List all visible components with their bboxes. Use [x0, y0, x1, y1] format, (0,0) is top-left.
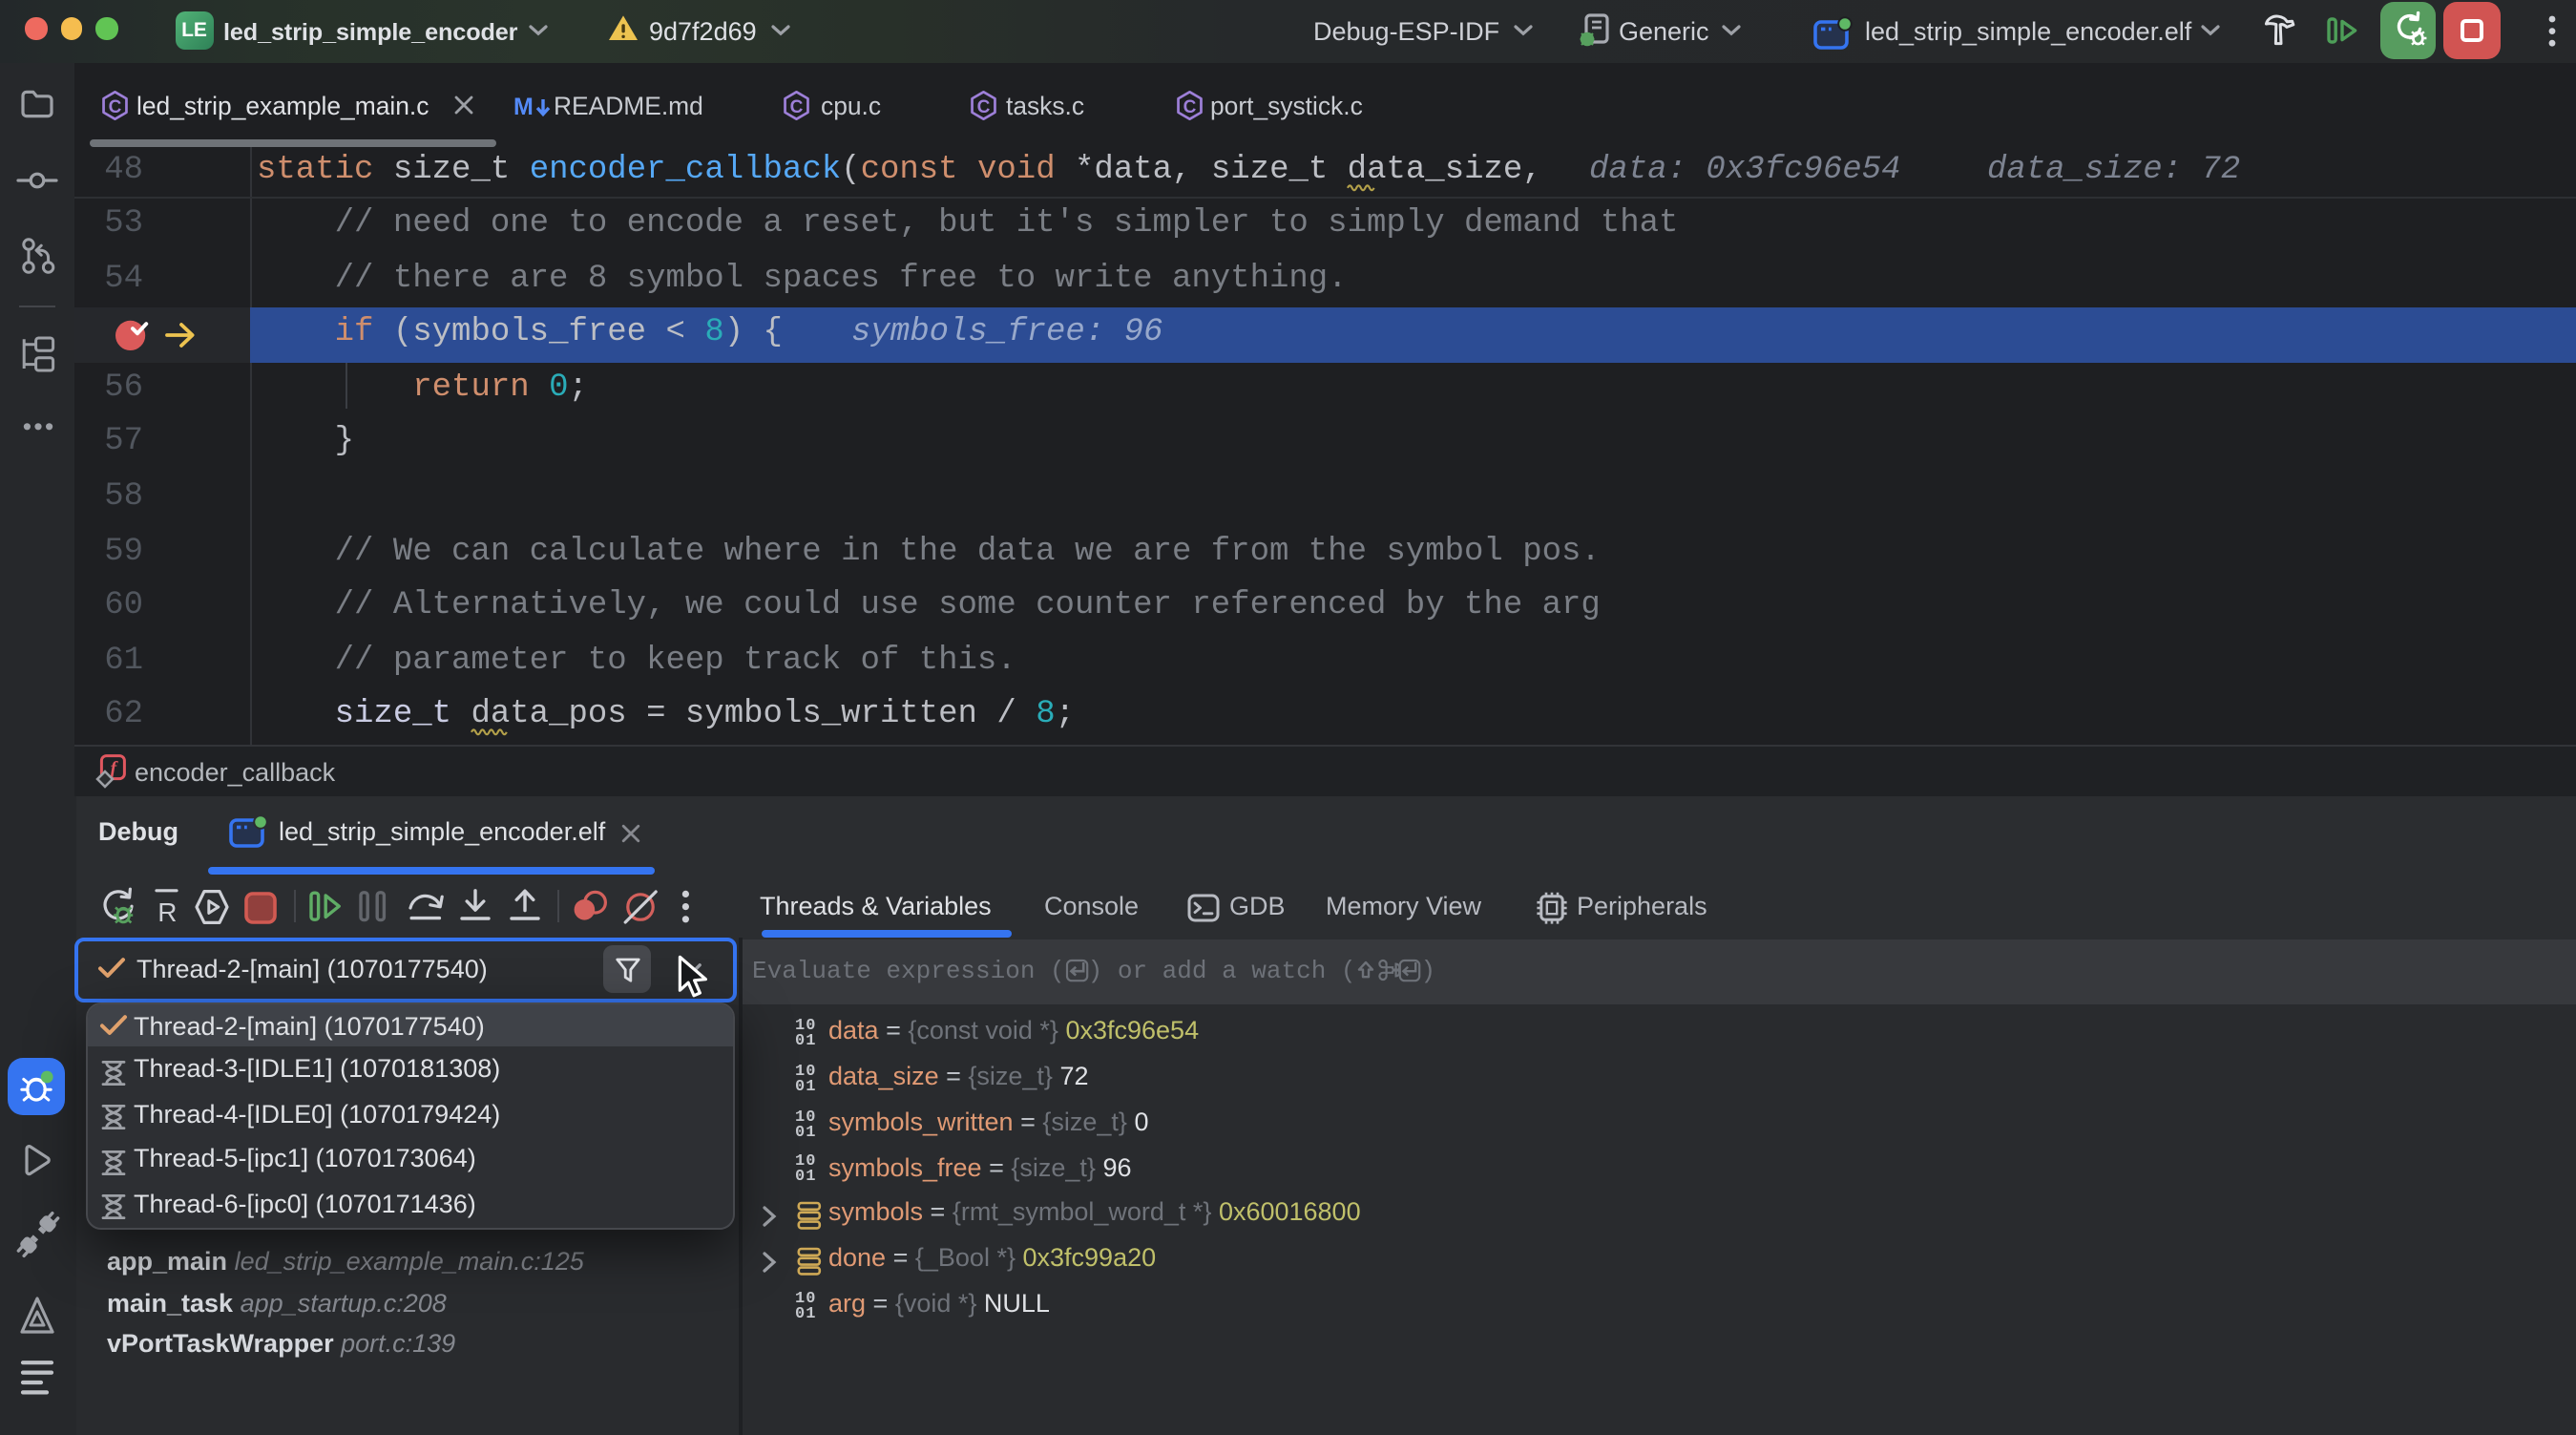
svg-text:C: C	[1183, 97, 1197, 117]
svg-text:C: C	[109, 97, 122, 117]
svg-text:R: R	[157, 897, 177, 927]
svg-text:C: C	[790, 97, 804, 117]
svg-text:M: M	[513, 94, 534, 120]
svg-text:C: C	[977, 97, 991, 117]
svg-text:f: f	[110, 758, 118, 779]
